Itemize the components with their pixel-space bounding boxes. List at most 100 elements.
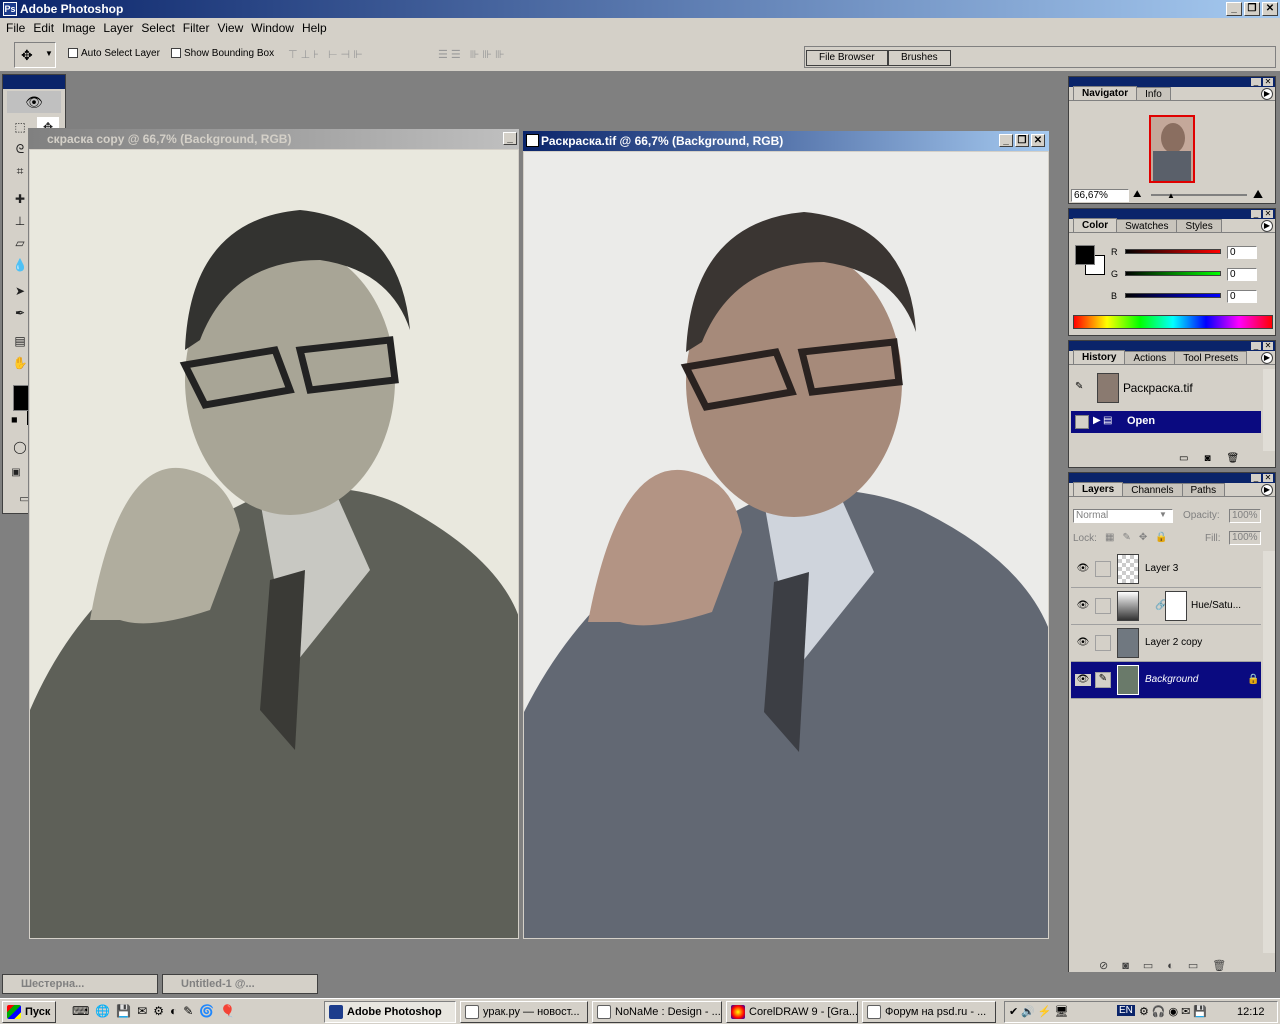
visibility-eye-icon[interactable]: 👁 bbox=[1075, 637, 1091, 649]
link-box[interactable] bbox=[1095, 598, 1111, 614]
blend-mode-dropdown-icon[interactable]: ▼ bbox=[1159, 510, 1167, 519]
tab-color[interactable]: Color bbox=[1073, 218, 1118, 232]
channel-r-input[interactable]: 0 bbox=[1227, 246, 1257, 259]
zoom-out-icon[interactable]: ⛰ bbox=[1133, 189, 1141, 200]
link-box[interactable] bbox=[1095, 561, 1111, 577]
menu-file[interactable]: File bbox=[4, 21, 31, 35]
tab-swatches[interactable]: Swatches bbox=[1116, 219, 1178, 232]
document-maximize-button[interactable]: ❐ bbox=[1015, 134, 1029, 147]
color-ramp[interactable] bbox=[1073, 315, 1273, 329]
document-main-titlebar[interactable]: Раскраска.tif @ 66,7% (Background, RGB) bbox=[523, 131, 1049, 151]
visibility-eye-icon[interactable]: 👁 bbox=[1075, 563, 1091, 575]
tab-layers[interactable]: Layers bbox=[1073, 482, 1124, 496]
opacity-input[interactable]: 100% bbox=[1229, 509, 1261, 523]
menu-layer[interactable]: Layer bbox=[101, 21, 139, 35]
panel-menu-arrow-icon[interactable]: ▶ bbox=[1261, 220, 1273, 232]
task-browser-3[interactable]: Форум на psd.ru - ... bbox=[862, 1001, 996, 1023]
document-copy-canvas[interactable] bbox=[30, 150, 518, 938]
task-browser-1[interactable]: урак.ру — новост... bbox=[460, 1001, 588, 1023]
task-adobe-photoshop[interactable]: Adobe Photoshop bbox=[324, 1001, 456, 1023]
adobe-online-icon[interactable]: 👁 bbox=[7, 91, 61, 113]
tab-info[interactable]: Info bbox=[1136, 87, 1171, 100]
fill-input[interactable]: 100% bbox=[1229, 531, 1261, 545]
start-button[interactable]: Пуск bbox=[2, 1001, 56, 1023]
panel-close-button[interactable]: ✕ bbox=[1263, 78, 1273, 86]
layers-scrollbar[interactable] bbox=[1263, 551, 1275, 953]
document-window-copy[interactable]: скраска copy @ 66,7% (Background, RGB) _ bbox=[28, 128, 520, 940]
menu-help[interactable]: Help bbox=[300, 21, 333, 35]
document-copy-titlebar[interactable]: скраска copy @ 66,7% (Background, RGB) bbox=[29, 129, 519, 149]
minimized-doc-1[interactable]: Шестерна... bbox=[2, 974, 158, 994]
history-footer-buttons[interactable]: ▭◙🗑 bbox=[1179, 453, 1255, 464]
zoom-in-icon[interactable]: ⛰ bbox=[1253, 187, 1263, 202]
layer-row-hue-saturation[interactable]: 👁 🔗 Hue/Satu... bbox=[1071, 588, 1261, 625]
restore-button[interactable]: ❐ bbox=[1244, 2, 1260, 16]
tab-tool-presets[interactable]: Tool Presets bbox=[1174, 351, 1248, 364]
panel-minimize-button[interactable]: _ bbox=[1251, 210, 1261, 218]
document-minimize-button[interactable]: _ bbox=[999, 134, 1013, 147]
panel-menu-arrow-icon[interactable]: ▶ bbox=[1261, 352, 1273, 364]
history-source-box[interactable] bbox=[1075, 415, 1089, 429]
color-foreground-swatch[interactable] bbox=[1075, 245, 1095, 265]
panel-close-button[interactable]: ✕ bbox=[1263, 342, 1273, 350]
tab-styles[interactable]: Styles bbox=[1176, 219, 1222, 232]
align-buttons[interactable]: ⊤⊥⊦ ⊢⊣⊩ bbox=[288, 48, 366, 61]
layer-row-layer-3[interactable]: 👁 Layer 3 bbox=[1071, 551, 1261, 588]
panel-minimize-button[interactable]: _ bbox=[1251, 78, 1261, 86]
visibility-eye-icon[interactable]: 👁 bbox=[1075, 600, 1091, 612]
menu-edit[interactable]: Edit bbox=[31, 21, 60, 35]
language-indicator[interactable]: EN bbox=[1117, 1005, 1135, 1016]
history-snapshot-row[interactable]: ✎ Раскраска.tif bbox=[1071, 369, 1261, 407]
quick-launch-icons[interactable]: ⌨🌐💾✉⚙◐✎🌀🎈 bbox=[72, 1004, 241, 1018]
file-browser-tab[interactable]: File Browser bbox=[806, 50, 888, 66]
document-main-canvas[interactable] bbox=[524, 152, 1048, 938]
minimize-button[interactable]: _ bbox=[1226, 2, 1242, 16]
tab-history[interactable]: History bbox=[1073, 350, 1126, 364]
tray-icons-2[interactable]: ⚙🎧◉✉💾 bbox=[1139, 1005, 1210, 1018]
zoom-input[interactable]: 66,67% bbox=[1071, 189, 1129, 202]
document-close-button[interactable]: ✕ bbox=[1031, 134, 1045, 147]
menu-window[interactable]: Window bbox=[249, 21, 300, 35]
default-colors-icon[interactable]: ◼ bbox=[11, 415, 18, 424]
channel-r-slider[interactable] bbox=[1125, 249, 1221, 254]
tray-icons[interactable]: ✔🔊⚡🖥 bbox=[1009, 1005, 1072, 1018]
layer-row-background[interactable]: 👁 ✎ Background 🔒 bbox=[1071, 662, 1261, 699]
history-brush-source-icon[interactable]: ✎ bbox=[1075, 381, 1083, 392]
menu-view[interactable]: View bbox=[215, 21, 249, 35]
brushes-tab[interactable]: Brushes bbox=[888, 50, 951, 66]
zoom-slider[interactable] bbox=[1151, 194, 1247, 196]
lock-buttons[interactable]: ▦✎✥🔒 bbox=[1105, 532, 1176, 543]
auto-select-layer-checkbox[interactable]: Auto Select Layer bbox=[68, 48, 160, 59]
standard-screen-mode-icon[interactable]: ▣ bbox=[7, 463, 25, 483]
visibility-eye-icon[interactable]: 👁 bbox=[1075, 674, 1091, 686]
navigator-thumbnail[interactable] bbox=[1149, 115, 1195, 183]
layer-mask-thumbnail[interactable] bbox=[1165, 591, 1187, 621]
channel-b-slider[interactable] bbox=[1125, 293, 1221, 298]
tab-paths[interactable]: Paths bbox=[1181, 483, 1226, 496]
layers-footer-buttons[interactable]: ⊘◙▭◐▭🗑 bbox=[1099, 959, 1240, 972]
panel-minimize-button[interactable]: _ bbox=[1251, 342, 1261, 350]
menu-image[interactable]: Image bbox=[60, 21, 101, 35]
document-copy-minimize-button[interactable]: _ bbox=[503, 132, 517, 145]
history-state-open[interactable]: ▶ ▤ Open bbox=[1071, 411, 1261, 433]
panel-close-button[interactable]: ✕ bbox=[1263, 474, 1273, 482]
close-button[interactable]: ✕ bbox=[1262, 2, 1278, 16]
channel-b-input[interactable]: 0 bbox=[1227, 290, 1257, 303]
menu-select[interactable]: Select bbox=[139, 21, 180, 35]
panel-minimize-button[interactable]: _ bbox=[1251, 474, 1261, 482]
tab-actions[interactable]: Actions bbox=[1124, 351, 1176, 364]
distribute-buttons[interactable]: ☰☰ ⊪⊪⊪ bbox=[438, 48, 508, 61]
menu-filter[interactable]: Filter bbox=[181, 21, 216, 35]
zoom-slider-thumb-icon[interactable]: ▲ bbox=[1167, 191, 1175, 200]
blend-mode-select[interactable]: Normal bbox=[1073, 509, 1173, 523]
task-coreldraw[interactable]: CorelDRAW 9 - [Gra... bbox=[726, 1001, 858, 1023]
document-window-main[interactable]: Раскраска.tif @ 66,7% (Background, RGB) … bbox=[522, 130, 1050, 940]
tool-preset-picker[interactable]: ✥ ▼ bbox=[14, 42, 56, 68]
tab-channels[interactable]: Channels bbox=[1122, 483, 1183, 496]
tab-navigator[interactable]: Navigator bbox=[1073, 86, 1138, 100]
channel-g-input[interactable]: 0 bbox=[1227, 268, 1257, 281]
show-bounding-box-checkbox[interactable]: Show Bounding Box bbox=[171, 48, 274, 59]
panel-menu-arrow-icon[interactable]: ▶ bbox=[1261, 484, 1273, 496]
minimized-doc-2[interactable]: Untitled-1 @... bbox=[162, 974, 318, 994]
layer-row-layer-2-copy[interactable]: 👁 Layer 2 copy bbox=[1071, 625, 1261, 662]
